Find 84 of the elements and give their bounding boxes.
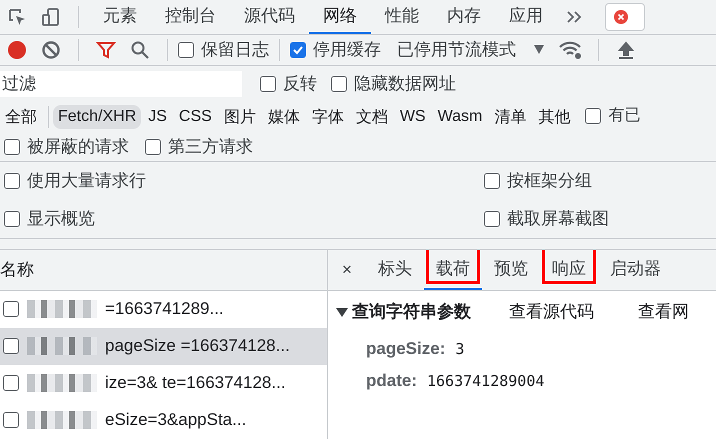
- request-name[interactable]: pageSize =166374128...: [105, 336, 290, 356]
- param-value: 3: [455, 340, 464, 358]
- type-filter[interactable]: 清单: [489, 104, 532, 131]
- filter-icon[interactable]: [96, 40, 116, 60]
- checkbox[interactable]: [145, 138, 161, 155]
- checkbox[interactable]: [585, 108, 602, 124]
- row-checkbox[interactable]: [3, 338, 19, 354]
- checkbox[interactable]: [484, 210, 500, 227]
- error-badge[interactable]: [605, 2, 645, 31]
- param-key: pdate:: [366, 370, 417, 391]
- type-filter[interactable]: Wasm: [432, 105, 488, 130]
- type-filter[interactable]: CSS: [174, 105, 217, 130]
- panel-tab[interactable]: 控制台: [151, 0, 230, 34]
- checkbox-label[interactable]: 隐藏数据网址: [354, 72, 456, 96]
- redaction-mosaic: [27, 337, 97, 356]
- param-key: pageSize:: [366, 338, 446, 359]
- wifi-settings-icon[interactable]: [558, 40, 584, 60]
- panel-tab[interactable]: 应用: [495, 0, 557, 34]
- checkbox[interactable]: [290, 42, 306, 58]
- request-name[interactable]: =1663741289...: [105, 299, 224, 320]
- panel-tab[interactable]: 性能: [371, 0, 433, 34]
- checkbox-label[interactable]: 停用缓存: [313, 38, 381, 62]
- checkbox-label[interactable]: 截取屏幕截图: [507, 207, 609, 230]
- param-value: 1663741289004: [427, 372, 544, 390]
- error-icon: [614, 10, 628, 24]
- checkbox[interactable]: [4, 172, 20, 189]
- expand-triangle-icon[interactable]: [336, 306, 348, 317]
- record-icon[interactable]: [7, 40, 27, 60]
- device-icon[interactable]: [41, 6, 61, 27]
- request-row[interactable]: pageSize =166374128...: [0, 328, 327, 365]
- more-tabs-icon[interactable]: [566, 10, 582, 24]
- redaction-mosaic: [27, 300, 97, 318]
- detail-tab[interactable]: 预览: [482, 250, 540, 290]
- type-filter[interactable]: 图片: [218, 104, 261, 131]
- checkbox[interactable]: [4, 210, 20, 227]
- checkbox-label[interactable]: 反转: [283, 72, 317, 96]
- clear-icon[interactable]: [41, 40, 61, 60]
- section-title: 查询字符串参数: [352, 301, 471, 324]
- checkbox-label[interactable]: 显示概览: [27, 207, 95, 230]
- search-icon[interactable]: [130, 40, 150, 60]
- request-name[interactable]: ize=3& te=166374128...: [105, 373, 286, 394]
- caret-icon: [534, 45, 544, 54]
- panel-tab[interactable]: 内存: [433, 0, 495, 34]
- redaction-mosaic: [27, 374, 97, 392]
- detail-tab[interactable]: 载荷: [424, 250, 482, 290]
- type-filter[interactable]: Fetch/XHR: [53, 105, 142, 130]
- upload-icon[interactable]: [617, 40, 635, 60]
- type-filter[interactable]: 全部: [0, 104, 42, 131]
- type-filter[interactable]: WS: [394, 105, 431, 130]
- detail-tab[interactable]: 标头: [366, 250, 424, 290]
- detail-tab[interactable]: 启动器: [598, 250, 673, 290]
- checkbox-label[interactable]: 有已: [608, 105, 640, 126]
- redaction-mosaic: [27, 411, 97, 430]
- view-toggle-link[interactable]: 查看网: [638, 300, 689, 324]
- type-filter[interactable]: 文档: [350, 104, 393, 131]
- panel-tab[interactable]: 元素: [89, 0, 151, 34]
- type-filter[interactable]: JS: [143, 105, 172, 130]
- request-name[interactable]: eSize=3&appSta...: [105, 410, 246, 430]
- checkbox[interactable]: [260, 76, 276, 92]
- checkbox[interactable]: [484, 172, 500, 189]
- throttling-dropdown[interactable]: 已停用节流模式: [397, 38, 516, 62]
- column-header: 名称: [0, 259, 34, 282]
- checkbox-label[interactable]: 保留日志: [201, 38, 269, 62]
- type-filter[interactable]: 媒体: [262, 104, 305, 131]
- view-toggle-link[interactable]: 查看源代码: [509, 300, 594, 324]
- row-checkbox[interactable]: [3, 375, 19, 392]
- filter-field[interactable]: 过滤: [0, 70, 242, 97]
- checkbox-label[interactable]: 按框架分组: [507, 169, 592, 192]
- panel-tab[interactable]: 网络: [309, 0, 371, 34]
- detail-tab[interactable]: 响应: [540, 250, 598, 290]
- checkbox[interactable]: [331, 76, 347, 92]
- panel-tab[interactable]: 源代码: [230, 0, 309, 34]
- row-checkbox[interactable]: [3, 412, 19, 428]
- checkbox-label[interactable]: 第三方请求: [168, 135, 253, 158]
- type-filter[interactable]: 其他: [533, 104, 576, 131]
- checkbox[interactable]: [178, 42, 194, 58]
- row-checkbox[interactable]: [3, 301, 19, 318]
- close-button[interactable]: ×: [328, 260, 366, 280]
- checkmark-icon: [292, 44, 304, 56]
- type-filter[interactable]: 字体: [306, 104, 349, 131]
- inspect-icon[interactable]: [7, 6, 27, 27]
- checkbox[interactable]: [4, 138, 20, 155]
- checkbox-label[interactable]: 被屏蔽的请求: [27, 135, 129, 158]
- checkbox-label[interactable]: 使用大量请求行: [27, 169, 146, 192]
